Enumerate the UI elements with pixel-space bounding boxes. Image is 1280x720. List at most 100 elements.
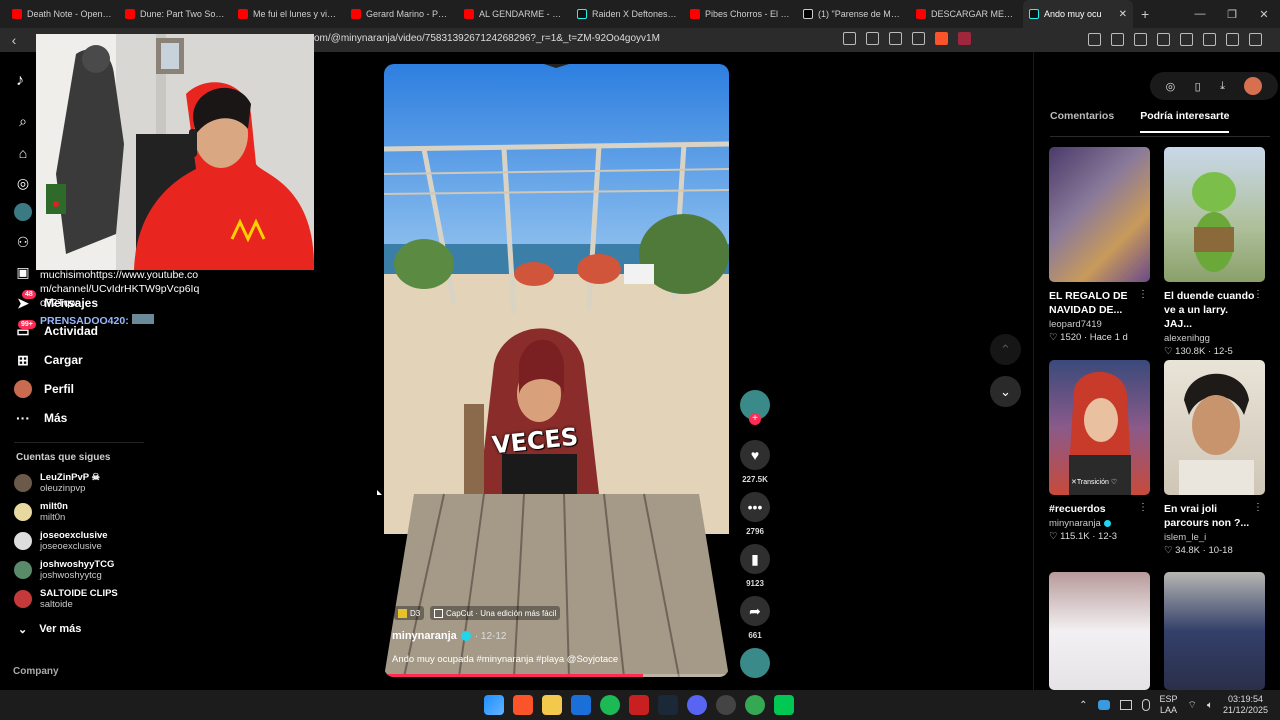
brave-icon[interactable] <box>513 695 533 715</box>
rewards-icon[interactable] <box>958 32 971 45</box>
music-icon[interactable] <box>1134 33 1147 46</box>
more-options-icon[interactable]: ⋮ <box>1138 502 1148 513</box>
follow-plus-icon[interactable]: + <box>749 413 761 425</box>
spotify-icon[interactable] <box>600 695 620 715</box>
volume-icon[interactable]: 🔈︎ <box>1207 700 1213 711</box>
no-track-icon[interactable] <box>843 32 856 45</box>
onedrive-icon[interactable] <box>1097 700 1110 710</box>
phone-icon[interactable]: ▯ <box>1195 80 1201 93</box>
following-item[interactable]: SALTOIDE CLIPS saltoide <box>14 588 118 610</box>
video-author[interactable]: minynaranja · 12-12 <box>392 630 507 642</box>
nav-perfil[interactable]: Perfil <box>14 380 74 398</box>
recommended-video[interactable]: En vrai joli parcours non ?... ⋮ islem_l… <box>1164 360 1265 556</box>
browser-tab[interactable]: Dune: Part Two Soundt <box>119 0 232 28</box>
compass-icon[interactable]: ◎ <box>1166 80 1176 93</box>
tab-comentarios[interactable]: Comentarios <box>1050 110 1114 133</box>
share-icon[interactable] <box>912 32 925 45</box>
friends-icon[interactable]: ⚇ <box>14 233 32 251</box>
network-icon[interactable] <box>1119 700 1132 710</box>
more-options-icon[interactable]: ⋮ <box>1253 502 1263 513</box>
recommended-video[interactable]: El duende cuando ve a un larry. JAJ... ⋮… <box>1164 147 1265 357</box>
live-icon[interactable]: ▣ <box>14 263 32 281</box>
video-meta: ♡ 130.8K · 12-5 <box>1164 346 1233 357</box>
discord-icon[interactable] <box>687 695 707 715</box>
close-icon[interactable]: ✕ <box>1119 9 1127 20</box>
cast-icon[interactable] <box>866 32 879 45</box>
obs-icon[interactable] <box>716 695 736 715</box>
like-button[interactable]: ♥ 227.5K <box>739 440 771 484</box>
recommended-video[interactable]: ✕Transición ♡ #recuerdos ⋮ minynaranja ♡… <box>1049 360 1150 542</box>
brave-shield-icon[interactable] <box>935 32 948 45</box>
microphone-icon[interactable] <box>1141 699 1150 711</box>
effect-chip[interactable]: D3 <box>394 606 425 620</box>
wallet-icon[interactable] <box>1180 33 1193 46</box>
creator-avatar[interactable]: + <box>739 390 771 425</box>
browser-tab[interactable]: DESCARGAR METAL G <box>910 0 1023 28</box>
back-arrow-icon[interactable]: ‹ <box>0 32 28 48</box>
browser-tab-active[interactable]: Ando muy ocu ✕ <box>1023 0 1133 28</box>
menu-icon[interactable] <box>1249 33 1262 46</box>
bing-icon[interactable] <box>571 695 591 715</box>
recommended-video[interactable]: EL REGALO DE NAVIDAD DE... ⋮ leopard7419… <box>1049 147 1150 343</box>
minimize-icon[interactable]: — <box>1184 0 1216 28</box>
vpn-icon[interactable] <box>1226 33 1239 46</box>
maximize-icon[interactable]: ❐ <box>1216 0 1248 28</box>
close-window-icon[interactable]: ✕ <box>1248 0 1280 28</box>
new-tab-icon[interactable]: + <box>1141 6 1161 22</box>
chevron-up-icon[interactable]: ⌃ <box>1079 700 1087 711</box>
video-progress-bar[interactable] <box>384 674 729 677</box>
profile-avatar[interactable] <box>1244 77 1263 95</box>
steam-icon[interactable] <box>658 695 678 715</box>
home-icon[interactable]: ⌂ <box>14 144 32 162</box>
following-item[interactable]: joseoexclusive joseoexclusive <box>14 530 108 552</box>
sidebar-icon[interactable] <box>1111 33 1124 46</box>
sound-avatar[interactable] <box>739 648 771 678</box>
browser-tab[interactable]: Death Note - Opening <box>6 0 119 28</box>
previous-video-button[interactable]: ⌃ <box>990 334 1021 365</box>
see-more-button[interactable]: ⌄ Ver más <box>18 623 81 636</box>
share-button[interactable]: ➦ 661 <box>739 596 771 640</box>
video-player[interactable]: VECES D3 CapCut · Una edición más fácil … <box>384 64 729 677</box>
following-item[interactable]: LeuZinPvP ☠ oleuzinpvp <box>14 472 100 494</box>
nav-cargar[interactable]: ⊞ Cargar <box>14 351 83 369</box>
chrome-icon[interactable] <box>745 695 765 715</box>
wifi-icon[interactable]: ⌔ <box>1188 699 1197 712</box>
capcut-chip[interactable]: CapCut · Una edición más fácil <box>430 606 561 620</box>
video-app-icon[interactable] <box>629 695 649 715</box>
more-options-icon[interactable]: ⋮ <box>1138 289 1148 300</box>
next-video-button[interactable]: ⌄ <box>990 376 1021 407</box>
kick-icon[interactable] <box>774 695 794 715</box>
browser-tab[interactable]: (1) "Parense de Manos <box>797 0 910 28</box>
video-thumbnail <box>1164 147 1265 282</box>
nav-mas[interactable]: ··· Más <box>14 409 67 427</box>
browser-tab[interactable]: Raiden X Deftones | ib <box>571 0 684 28</box>
url-input[interactable]: om/@minynaranja/video/758313926712426829… <box>314 33 660 44</box>
save-button[interactable]: ▮ 9123 <box>739 544 771 588</box>
more-options-icon[interactable]: ⋮ <box>1253 289 1263 300</box>
clock[interactable]: 03:19:54 21/12/2025 <box>1223 694 1268 716</box>
browser-tab[interactable]: Gerard Marino - Posei <box>345 0 458 28</box>
recommended-video[interactable] <box>1049 572 1150 690</box>
translate-icon[interactable] <box>889 32 902 45</box>
search-icon[interactable]: ⌕ <box>14 112 32 130</box>
leo-icon[interactable] <box>1203 33 1216 46</box>
browser-tab[interactable]: Pibes Chorros - El pibe <box>684 0 797 28</box>
explore-icon[interactable]: ◎ <box>14 174 32 192</box>
comment-button[interactable]: ••• 2796 <box>739 492 771 536</box>
company-link[interactable]: Company <box>13 666 59 677</box>
video-meta: ♡ 115.1K · 12-3 <box>1049 531 1118 542</box>
windows-start-icon[interactable] <box>484 695 504 715</box>
file-explorer-icon[interactable] <box>542 695 562 715</box>
tab-podria-interesarte[interactable]: Podría interesarte <box>1140 110 1230 133</box>
browser-tab[interactable]: AL GENDARME - KALE <box>458 0 571 28</box>
language-indicator[interactable]: ESP LAA <box>1160 694 1178 716</box>
extensions-icon[interactable] <box>1088 33 1101 46</box>
following-item[interactable]: joshwoshyyTCG joshwoshyytcg <box>14 559 114 581</box>
browser-tab[interactable]: Me fui el lunes y vine e <box>232 0 345 28</box>
download-icon[interactable]: ⤓ <box>1220 80 1225 93</box>
following-item[interactable]: milt0n milt0n <box>14 501 68 523</box>
tiktok-logo-icon[interactable]: ♪ <box>16 72 24 90</box>
following-avatar-icon[interactable] <box>14 203 32 221</box>
panel-icon[interactable] <box>1157 33 1170 46</box>
recommended-video[interactable] <box>1164 572 1265 690</box>
